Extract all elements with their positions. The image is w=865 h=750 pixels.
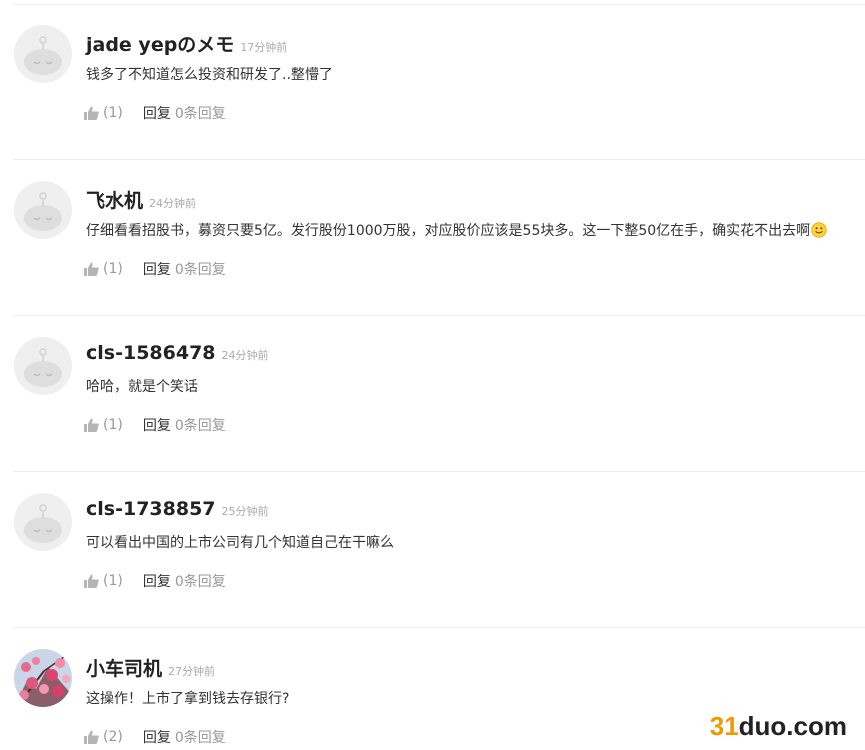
comment-actions: (2) 回复 0条回复 [84, 727, 226, 747]
thumbs-up-icon [84, 262, 99, 276]
comment-author-name: cls-1738857 [86, 498, 216, 520]
default-avatar[interactable] [14, 181, 72, 239]
comment-time: 24分钟前 [221, 349, 269, 362]
comment-actions: (1) 回复 0条回复 [84, 103, 226, 123]
comment-time: 24分钟前 [149, 197, 197, 210]
thumbs-up-icon [84, 574, 99, 588]
thumbs-up-icon [84, 418, 99, 432]
default-avatar[interactable] [14, 337, 72, 395]
reply-button[interactable]: 回复 [143, 103, 171, 123]
comment-text: 哈哈，就是个笑话 [86, 379, 198, 395]
comment-item: jade yepのメモ 17分钟前 钱多了不知道怎么投资和研发了..整懵了 (1)… [13, 4, 865, 160]
reply-button[interactable]: 回复 [143, 259, 171, 279]
reply-button[interactable]: 回复 [143, 571, 171, 591]
comment-actions: (1) 回复 0条回复 [84, 571, 226, 591]
comment-text: 这操作！上市了拿到钱去存银行? [86, 691, 290, 707]
comment-actions: (1) 回复 0条回复 [84, 415, 226, 435]
comment-text-line: 仔细看看招股书，募资只要5亿。发行股份1000万股，对应股价应该是55块多。这一… [86, 220, 827, 240]
reply-count-link[interactable]: 0条回复 [175, 727, 226, 747]
like-count: (1) [103, 261, 123, 277]
comment-author[interactable]: 飞水机 24分钟前 [86, 186, 196, 213]
reply-count-link[interactable]: 0条回复 [175, 415, 226, 435]
plum-blossom-avatar[interactable] [14, 649, 72, 707]
thumbs-up-icon [84, 730, 99, 744]
like-button[interactable]: (1) [84, 417, 123, 433]
comment-author-name: 小车司机 [86, 658, 163, 680]
comment-item: cls-1586478 24分钟前 哈哈，就是个笑话 (1) 回复 0条回复 [13, 316, 865, 472]
comment-author[interactable]: cls-1738857 25分钟前 [86, 498, 269, 520]
reply-button[interactable]: 回复 [143, 727, 171, 747]
like-button[interactable]: (2) [84, 729, 123, 745]
comment-text: 仔细看看招股书，募资只要5亿。发行股份1000万股，对应股价应该是55块多。这一… [86, 223, 811, 239]
comment-author[interactable]: jade yepのメモ 17分钟前 [86, 30, 287, 57]
like-count: (1) [103, 573, 123, 589]
reply-button[interactable]: 回复 [143, 415, 171, 435]
comment-author-name: cls-1586478 [86, 342, 216, 364]
default-avatar[interactable] [14, 25, 72, 83]
comment-text: 钱多了不知道怎么投资和研发了..整懵了 [86, 67, 333, 83]
like-count: (1) [103, 105, 123, 121]
comment-author[interactable]: 小车司机 27分钟前 [86, 654, 215, 681]
like-count: (1) [103, 417, 123, 433]
comment-item: 飞水机 24分钟前 仔细看看招股书，募资只要5亿。发行股份1000万股，对应股价应… [13, 160, 865, 316]
like-button[interactable]: (1) [84, 105, 123, 121]
like-button[interactable]: (1) [84, 261, 123, 277]
reply-count-link[interactable]: 0条回复 [175, 259, 226, 279]
watermark-word: duo.com [738, 711, 847, 741]
default-avatar[interactable] [14, 493, 72, 551]
comment-author-name: jade yepのメモ [86, 34, 235, 56]
comment-time: 27分钟前 [168, 665, 216, 678]
comment-text: 可以看出中国的上市公司有几个知道自己在干嘛么 [86, 535, 394, 551]
comment-time: 17分钟前 [240, 41, 288, 54]
comment-author[interactable]: cls-1586478 24分钟前 [86, 342, 269, 364]
like-button[interactable]: (1) [84, 573, 123, 589]
comment-item: cls-1738857 25分钟前 可以看出中国的上市公司有几个知道自己在干嘛么 … [13, 472, 865, 628]
smile-emoji-icon [811, 222, 827, 238]
comment-author-name: 飞水机 [86, 190, 144, 212]
like-count: (2) [103, 729, 123, 745]
reply-count-link[interactable]: 0条回复 [175, 571, 226, 591]
comment-time: 25分钟前 [221, 505, 269, 518]
thumbs-up-icon [84, 106, 99, 120]
comment-actions: (1) 回复 0条回复 [84, 259, 226, 279]
site-watermark: 31duo.com [710, 711, 847, 742]
reply-count-link[interactable]: 0条回复 [175, 103, 226, 123]
watermark-number: 31 [709, 711, 739, 741]
